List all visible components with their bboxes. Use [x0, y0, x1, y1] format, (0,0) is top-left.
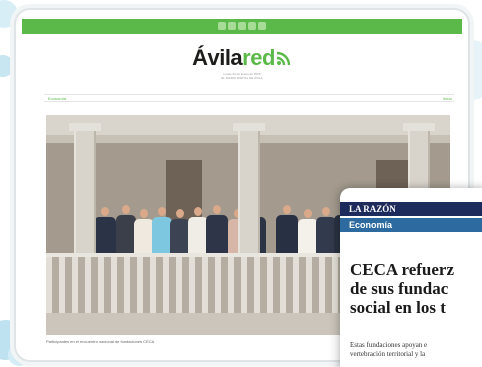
column-capital	[233, 123, 265, 131]
article-body: Estas fundaciones apoyan e vertebración …	[350, 341, 482, 359]
wifi-signal-icon	[276, 51, 291, 66]
newspaper-section-label: Economía	[340, 218, 482, 232]
section-menu-bar: Economía Inicio	[44, 94, 454, 102]
youtube-icon[interactable]	[248, 22, 256, 30]
headline-line: CECA refuerz	[350, 260, 455, 279]
menu-home-link[interactable]: Inicio	[443, 96, 452, 101]
instagram-icon[interactable]	[238, 22, 246, 30]
article-headline: CECA refuerz de sus fundac social en los…	[350, 260, 482, 317]
headline-line: social en los t	[350, 298, 446, 317]
site-top-bar	[22, 19, 462, 34]
facebook-icon[interactable]	[218, 22, 226, 30]
newspaper-brand: LA RAZÓN	[340, 202, 482, 216]
rss-icon[interactable]	[258, 22, 266, 30]
twitter-icon[interactable]	[228, 22, 236, 30]
column-capital	[69, 123, 101, 131]
decorative-bubble	[0, 55, 14, 77]
site-tagline: Lunes 20 de Enero de 2025 EL DIARIO DIGI…	[22, 72, 462, 80]
column-capital	[403, 123, 435, 131]
body-line: vertebración territorial y la	[350, 350, 426, 358]
logo-accent-text: red	[242, 45, 275, 70]
headline-line: de sus fundac	[350, 279, 449, 298]
newspaper-article-card[interactable]: LA RAZÓN Economía CECA refuerz de sus fu…	[340, 188, 482, 367]
logo-main-text: Ávila	[192, 45, 243, 70]
site-logo[interactable]: Ávilared	[22, 45, 462, 71]
photo-caption: Participantes en el encuentro nacional d…	[46, 339, 155, 344]
menu-section-link[interactable]: Economía	[48, 96, 66, 101]
social-media-icons	[218, 22, 266, 30]
body-line: Estas fundaciones apoyan e	[350, 341, 428, 349]
tagline-slogan: EL DIARIO DIGITAL DE ÁVILA	[221, 76, 263, 80]
